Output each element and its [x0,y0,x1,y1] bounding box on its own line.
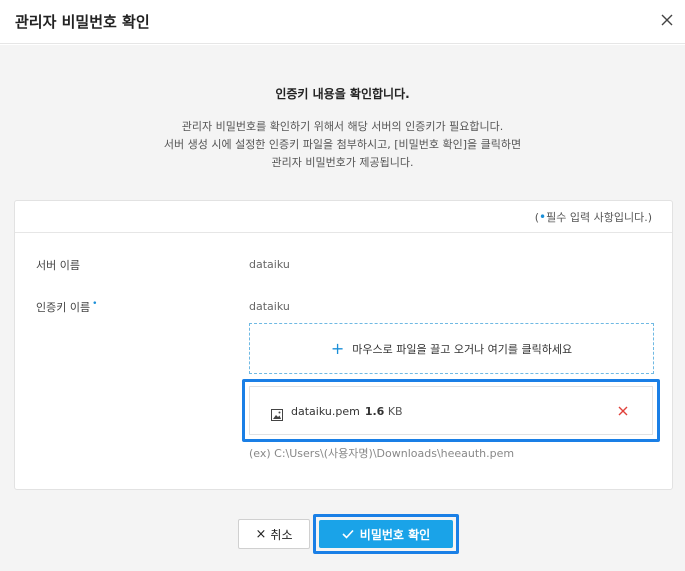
check-icon [342,529,354,539]
file-size-unit: KB [387,405,403,418]
required-note: (•필수 입력 사항입니다.) [535,209,652,225]
form-box: (•필수 입력 사항입니다.) 서버 이름 dataiku 인증키 이름 • da… [14,200,673,490]
attached-file: dataiku.pem 1.6 KB [249,386,653,435]
file-name-row: dataiku.pem 1.6 KB [291,405,403,418]
form-divider [15,232,672,233]
attached-file-highlight: dataiku.pem 1.6 KB [242,379,660,442]
cancel-button[interactable]: × 취소 [238,519,310,549]
intro-description: 관리자 비밀번호를 확인하기 위해서 해당 서버의 인증키가 필요합니다. 서버… [0,118,685,172]
close-icon: × [255,526,267,542]
dropzone-text: 마우스로 파일을 끌고 오거나 여기를 클릭하세요 [352,342,573,356]
key-name-value: dataiku [249,300,290,313]
cancel-label: 취소 [270,527,293,542]
close-icon[interactable] [659,12,675,28]
confirm-button-highlight: 비밀번호 확인 [313,514,459,554]
confirm-password-button[interactable]: 비밀번호 확인 [319,520,453,548]
dialog-header: 관리자 비밀번호 확인 [0,0,685,44]
plus-icon: + [330,338,345,358]
required-dot: • [92,299,98,309]
server-name-label: 서버 이름 [36,259,80,272]
remove-file-icon[interactable] [617,405,629,417]
intro-headline: 인증키 내용을 확인합니다. [275,87,410,101]
key-name-label-row: 인증키 이름 • [36,299,97,315]
example-path: (ex) C:\Users\(사용자명)\Downloads\heeauth.p… [249,447,515,460]
dialog-body: 인증키 내용을 확인합니다. 관리자 비밀번호를 확인하기 위해서 해당 서버의… [0,45,685,571]
file-name: dataiku.pem [291,405,360,418]
key-name-label: 인증키 이름 [36,301,91,314]
server-name-value: dataiku [249,258,290,271]
dialog-title: 관리자 비밀번호 확인 [15,13,150,31]
description-line: 서버 생성 시에 설정한 인증키 파일을 첨부하시고, [비밀번호 확인]을 클… [163,138,522,151]
file-dropzone[interactable]: + 마우스로 파일을 끌고 오거나 여기를 클릭하세요 [249,323,654,374]
file-size: 1.6 [364,405,385,418]
description-line: 관리자 비밀번호를 확인하기 위해서 해당 서버의 인증키가 필요합니다. [181,120,504,133]
image-file-icon [271,406,283,421]
required-note-text: 필수 입력 사항입니다.) [546,211,652,224]
description-line: 관리자 비밀번호가 제공됩니다. [271,156,414,169]
confirm-label: 비밀번호 확인 [359,527,431,542]
